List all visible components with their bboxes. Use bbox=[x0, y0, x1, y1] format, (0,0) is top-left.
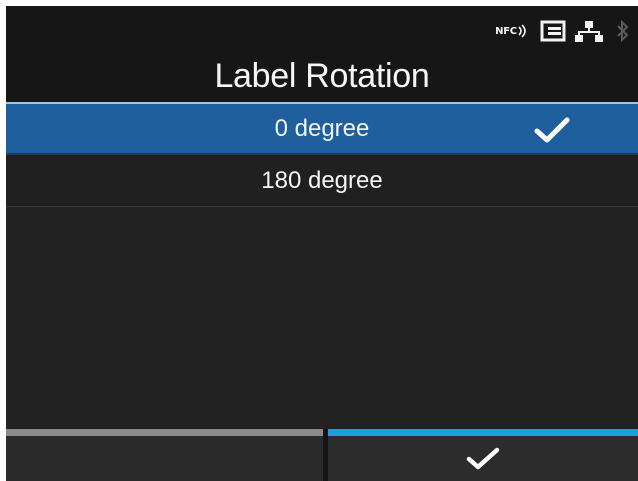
status-bar: NFC bbox=[6, 6, 638, 50]
confirm-button[interactable] bbox=[328, 429, 638, 481]
option-0-degree[interactable]: 0 degree bbox=[6, 102, 638, 154]
checkmark-icon bbox=[466, 447, 500, 469]
left-softkey[interactable] bbox=[6, 429, 323, 481]
printer-screen: NFC Label Rotation 0 degree 180 degree bbox=[6, 6, 638, 481]
bluetooth-icon bbox=[612, 20, 634, 42]
list-empty-area bbox=[6, 206, 638, 431]
sdcard-icon bbox=[538, 20, 568, 42]
option-label: 0 degree bbox=[274, 114, 370, 142]
nfc-label: NFC bbox=[495, 25, 517, 37]
checkmark-icon bbox=[534, 117, 570, 143]
nfc-waves-icon bbox=[518, 24, 526, 38]
network-icon bbox=[574, 20, 604, 42]
title-area: Label Rotation bbox=[6, 50, 638, 102]
option-list: 0 degree 180 degree bbox=[6, 102, 638, 206]
option-label: 180 degree bbox=[261, 166, 383, 194]
page-title: Label Rotation bbox=[214, 56, 430, 95]
option-180-degree[interactable]: 180 degree bbox=[6, 154, 638, 206]
nfc-icon: NFC bbox=[492, 20, 532, 42]
softkey-bar bbox=[6, 429, 638, 481]
